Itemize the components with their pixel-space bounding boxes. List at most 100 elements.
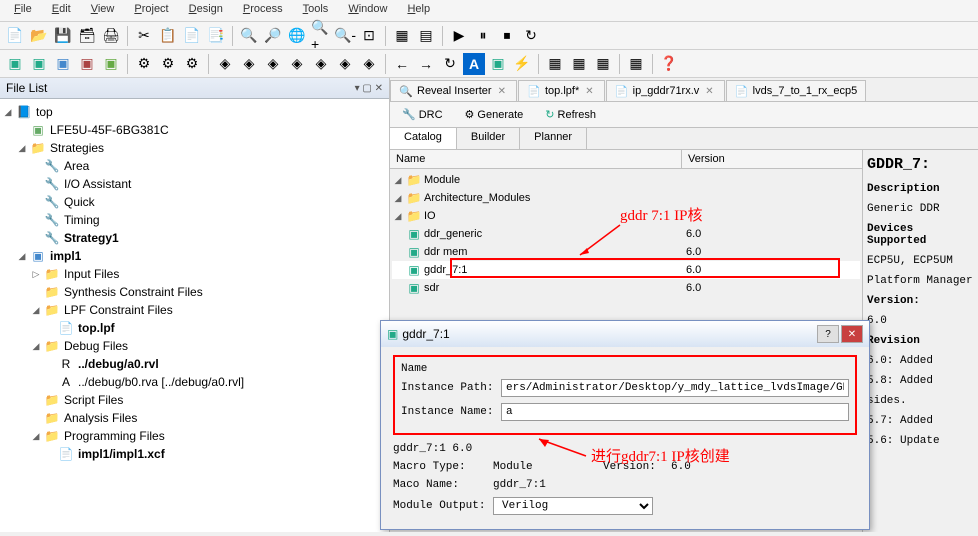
menu-project[interactable]: Project (124, 0, 178, 21)
grid3-icon[interactable]: ▦ (592, 53, 614, 75)
toggle-icon[interactable]: ◢ (392, 211, 404, 222)
tool1-icon[interactable]: ⚙ (133, 53, 155, 75)
zoomin-icon[interactable]: 🔍+ (310, 25, 332, 47)
save-icon[interactable]: 💾 (52, 25, 74, 47)
a-icon[interactable]: A (463, 53, 485, 75)
new-icon[interactable]: 📄 (4, 25, 26, 47)
tool3-icon[interactable]: ⚙ (181, 53, 203, 75)
toggle-icon[interactable]: ◢ (392, 175, 404, 186)
cut-icon[interactable]: ✂ (133, 25, 155, 47)
toggle-icon[interactable]: ▷ (30, 269, 42, 280)
t5-icon[interactable]: ◈ (238, 53, 260, 75)
menu-edit[interactable]: Edit (42, 0, 81, 21)
toggle-icon[interactable]: ◢ (30, 305, 42, 316)
tree-script-files[interactable]: Script Files (62, 393, 123, 407)
menu-process[interactable]: Process (233, 0, 293, 21)
print-icon[interactable]: 🖨 (100, 25, 122, 47)
stop-icon[interactable]: ⏹ (496, 25, 518, 47)
cat-io[interactable]: IO (424, 210, 436, 222)
toggle-icon[interactable]: ◢ (2, 107, 14, 118)
tree-top[interactable]: top (34, 105, 53, 119)
help-button[interactable]: ? (817, 325, 839, 343)
restart-icon[interactable]: ↻ (520, 25, 542, 47)
tree-impl1[interactable]: impl1 (48, 249, 81, 263)
chip4-icon[interactable]: ▣ (76, 53, 98, 75)
refresh-button[interactable]: ↻Refresh (539, 106, 602, 123)
t10-icon[interactable]: ◈ (358, 53, 380, 75)
globe-icon[interactable]: 🌐 (286, 25, 308, 47)
cat-ddr-generic[interactable]: ddr_generic (424, 228, 482, 240)
tree-analysis-files[interactable]: Analysis Files (62, 411, 137, 425)
close-button[interactable]: ✕ (841, 325, 863, 343)
search-icon[interactable]: 🔍 (238, 25, 260, 47)
open-icon[interactable]: 📂 (28, 25, 50, 47)
close-icon[interactable]: ✕ (583, 86, 595, 97)
inst-path-input[interactable] (501, 379, 849, 397)
t8-icon[interactable]: ◈ (310, 53, 332, 75)
toggle-icon[interactable]: ◢ (392, 193, 404, 204)
saveall-icon[interactable]: 🗃 (76, 25, 98, 47)
tree-prog-files[interactable]: Programming Files (62, 429, 165, 443)
tree-device[interactable]: LFE5U-45F-6BG381C (48, 123, 169, 137)
tree-xcf[interactable]: impl1/impl1.xcf (76, 447, 165, 461)
paste-icon[interactable]: 📄 (181, 25, 203, 47)
tree-debug-files[interactable]: Debug Files (62, 339, 128, 353)
t11-icon[interactable]: ▣ (487, 53, 509, 75)
window1-icon[interactable]: ▦ (391, 25, 413, 47)
inst-name-input[interactable] (501, 403, 849, 421)
chip3-icon[interactable]: ▣ (52, 53, 74, 75)
refresh2-icon[interactable]: ↻ (439, 53, 461, 75)
tree-toplpf[interactable]: top.lpf (76, 321, 115, 335)
t9-icon[interactable]: ◈ (334, 53, 356, 75)
cat-gddr[interactable]: gddr_7:1 (424, 264, 467, 276)
menu-view[interactable]: View (81, 0, 125, 21)
help-icon[interactable]: ❓ (658, 53, 680, 75)
pause-icon[interactable]: ⏸ (472, 25, 494, 47)
panel-menu-icon[interactable]: ▾ ▢ ✕ (355, 83, 383, 94)
tree-input-files[interactable]: Input Files (62, 267, 119, 281)
menu-help[interactable]: Help (397, 0, 440, 21)
t4-icon[interactable]: ◈ (214, 53, 236, 75)
grid4-icon[interactable]: ▦ (625, 53, 647, 75)
subtab-builder[interactable]: Builder (457, 128, 520, 149)
cat-module[interactable]: Module (424, 174, 460, 186)
tree-area[interactable]: Area (62, 159, 89, 173)
grid2-icon[interactable]: ▦ (568, 53, 590, 75)
toggle-icon[interactable]: ◢ (16, 143, 28, 154)
tree-rva[interactable]: ../debug/b0.rva [../debug/a0.rvl] (76, 375, 244, 389)
subtab-catalog[interactable]: Catalog (390, 128, 457, 149)
close-icon[interactable]: ✕ (703, 86, 715, 97)
chip2-icon[interactable]: ▣ (28, 53, 50, 75)
t7-icon[interactable]: ◈ (286, 53, 308, 75)
toggle-icon[interactable]: ◢ (30, 431, 42, 442)
close-icon[interactable]: ✕ (496, 86, 508, 97)
cat-arch[interactable]: Architecture_Modules (424, 192, 530, 204)
tree-rvl[interactable]: ../debug/a0.rvl (76, 357, 159, 371)
mod-out-select[interactable]: Verilog (493, 497, 653, 515)
t12-icon[interactable]: ⚡ (511, 53, 533, 75)
zoomfit-icon[interactable]: ⊡ (358, 25, 380, 47)
tab-ipgddr[interactable]: 📄ip_gddr71rx.v✕ (606, 80, 725, 101)
tree-strategy1[interactable]: Strategy1 (62, 231, 119, 245)
zoomout-icon[interactable]: 🔍- (334, 25, 356, 47)
chip1-icon[interactable]: ▣ (4, 53, 26, 75)
fwd-icon[interactable]: → (415, 53, 437, 75)
menu-file[interactable]: File (4, 0, 42, 21)
tree-timing[interactable]: Timing (62, 213, 100, 227)
tab-reveal[interactable]: 🔍Reveal Inserter✕ (390, 80, 517, 101)
menu-window[interactable]: Window (338, 0, 397, 21)
grid1-icon[interactable]: ▦ (544, 53, 566, 75)
cat-sdr[interactable]: sdr (424, 282, 439, 294)
toggle-icon[interactable]: ◢ (30, 341, 42, 352)
tree-quick[interactable]: Quick (62, 195, 95, 209)
chip5-icon[interactable]: ▣ (100, 53, 122, 75)
tab-toplpf[interactable]: 📄top.lpf*✕ (518, 80, 605, 101)
generate-button[interactable]: ⚙Generate (459, 106, 530, 123)
subtab-planner[interactable]: Planner (520, 128, 587, 149)
drc-button[interactable]: 🔧DRC (396, 106, 449, 123)
tree-io[interactable]: I/O Assistant (62, 177, 131, 191)
copy-icon[interactable]: 📋 (157, 25, 179, 47)
t6-icon[interactable]: ◈ (262, 53, 284, 75)
copy2-icon[interactable]: 📑 (205, 25, 227, 47)
tree-synth-cons[interactable]: Synthesis Constraint Files (62, 285, 203, 299)
